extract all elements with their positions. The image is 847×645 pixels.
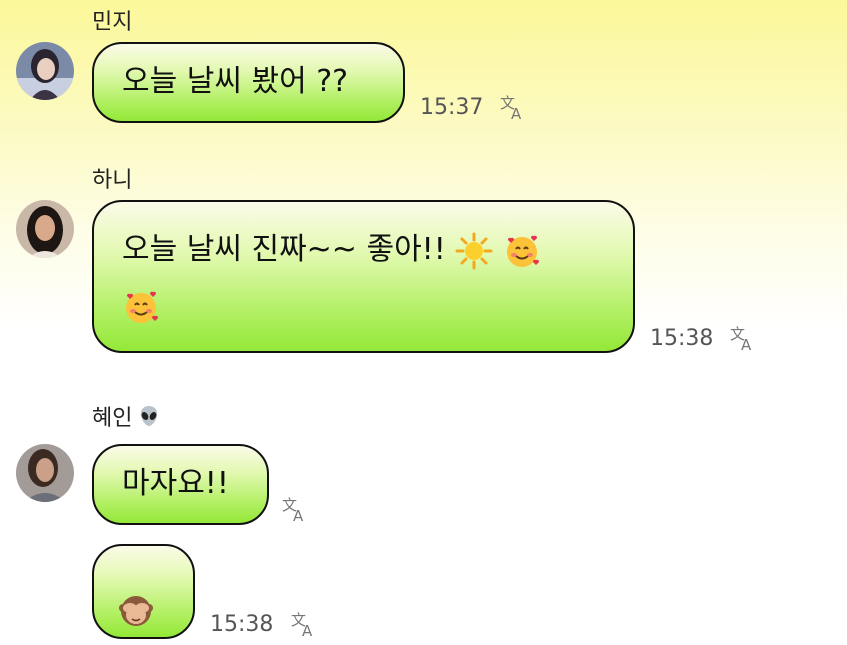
sender-name-text: 민지 xyxy=(92,10,133,35)
message-text: 오늘 날씨 진짜~~ 좋아!! xyxy=(122,232,446,267)
message-bubble[interactable]: 마자요!! xyxy=(92,444,269,525)
translate-icon[interactable]: 文 A xyxy=(289,609,319,639)
sender-name: 민지 xyxy=(92,4,132,36)
timestamp: 15:37 xyxy=(420,95,484,120)
sender-name-text: 혜인 xyxy=(92,406,133,431)
message-bubble[interactable] xyxy=(92,544,195,639)
timestamp: 15:38 xyxy=(210,612,274,637)
sender-name-text: 하니 xyxy=(92,168,133,193)
smiling-face-with-hearts-emoji xyxy=(126,291,159,323)
emoji-line xyxy=(118,582,154,638)
translate-icon[interactable]: 文 A xyxy=(728,323,758,353)
sender-name: 혜인 xyxy=(92,400,161,432)
timestamp: 15:38 xyxy=(650,326,714,351)
svg-text:A: A xyxy=(293,507,304,524)
avatar[interactable] xyxy=(16,200,74,258)
message-text: 마자요!! xyxy=(122,466,229,501)
alien-emoji xyxy=(141,406,158,426)
translate-icon[interactable]: 文 A xyxy=(498,92,528,122)
avatar[interactable] xyxy=(16,42,74,100)
emoji-line xyxy=(122,278,633,334)
svg-text:A: A xyxy=(741,336,752,353)
translate-icon[interactable]: 文 A xyxy=(280,494,310,524)
message-time: 15:38 xyxy=(650,326,713,351)
message-text-line: 오늘 날씨 진짜~~ 좋아!! xyxy=(122,222,633,278)
message-text: 오늘 날씨 봤어 ?? xyxy=(122,64,349,99)
sun-emoji xyxy=(455,232,493,269)
message-time: 15:37 xyxy=(420,95,483,120)
see-no-evil-monkey-emoji xyxy=(119,595,153,626)
avatar[interactable] xyxy=(16,444,74,502)
sender-name: 하니 xyxy=(92,162,132,194)
message-bubble[interactable]: 오늘 날씨 진짜~~ 좋아!! xyxy=(92,200,635,353)
message-bubble[interactable]: 오늘 날씨 봤어 ?? xyxy=(92,42,405,123)
svg-text:A: A xyxy=(511,105,522,122)
svg-text:A: A xyxy=(302,622,313,639)
smiling-face-with-hearts-emoji xyxy=(506,235,539,267)
message-time: 15:38 xyxy=(210,612,273,637)
